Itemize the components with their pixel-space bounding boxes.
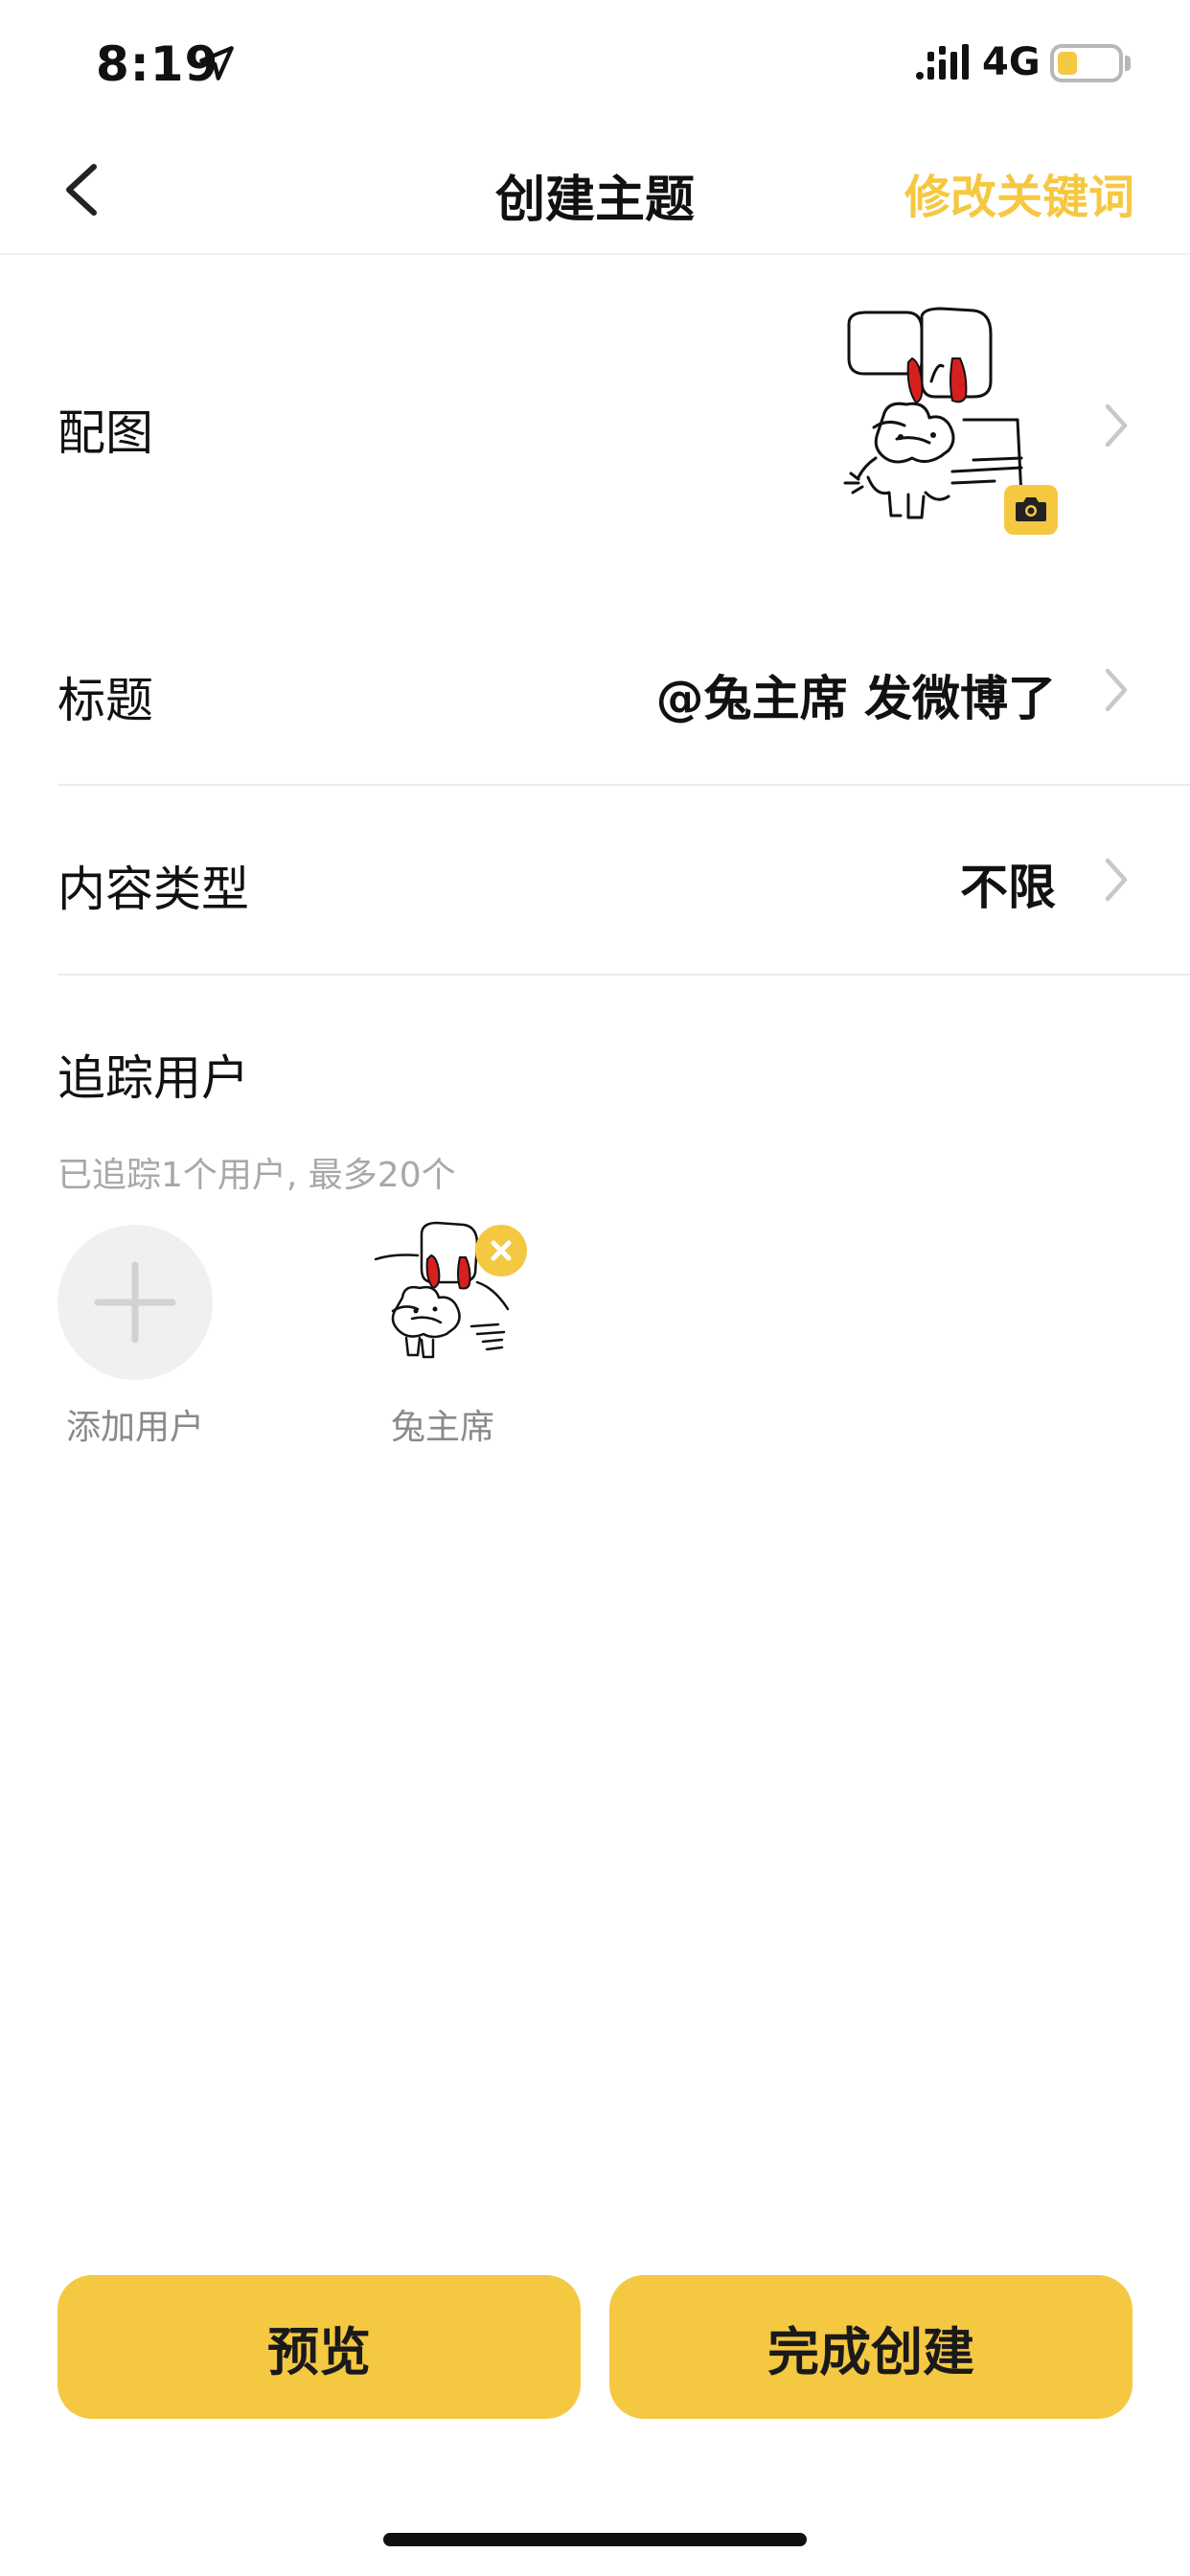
title-label: 标题 (57, 673, 153, 728)
network-type: 4G (982, 40, 1041, 84)
chevron-right-icon (1105, 858, 1128, 902)
add-user-button[interactable] (57, 1225, 213, 1380)
chevron-right-icon (1105, 403, 1128, 448)
camera-icon (1016, 497, 1046, 521)
divider (57, 784, 1190, 786)
plus-icon (94, 1261, 176, 1344)
home-indicator (383, 2533, 807, 2546)
create-topic-page: 8:19 4G 创建主题 修改关键词 配图 标题 @兔主席 发微博了 内容类型 … (0, 0, 1190, 2576)
cover-label: 配图 (57, 405, 153, 461)
signal-icon (916, 44, 969, 80)
follow-users-heading: 追踪用户 (57, 1050, 249, 1106)
camera-badge[interactable] (1004, 485, 1058, 535)
nav-bar: 创建主题 修改关键词 (0, 125, 1190, 255)
battery-icon (1050, 44, 1123, 82)
battery-level (1058, 52, 1078, 75)
location-arrow-icon (199, 46, 234, 80)
user-name-label: 兔主席 (390, 1408, 494, 1447)
title-value: @兔主席 发微博了 (655, 671, 1056, 726)
create-button[interactable]: 完成创建 (609, 2275, 1133, 2419)
add-user-label: 添加用户 (65, 1408, 204, 1447)
close-icon (491, 1240, 512, 1261)
battery-cap (1125, 56, 1131, 71)
content-type-label: 内容类型 (57, 862, 249, 917)
status-bar: 8:19 4G (0, 0, 1190, 125)
edit-keywords-button[interactable]: 修改关键词 (904, 159, 1134, 226)
preview-button[interactable]: 预览 (57, 2275, 581, 2419)
divider (57, 974, 1190, 976)
content-type-value: 不限 (960, 860, 1056, 915)
chevron-right-icon (1105, 668, 1128, 712)
follow-hint: 已追踪1个用户, 最多20个 (57, 1156, 456, 1195)
remove-user-button[interactable] (475, 1225, 527, 1276)
